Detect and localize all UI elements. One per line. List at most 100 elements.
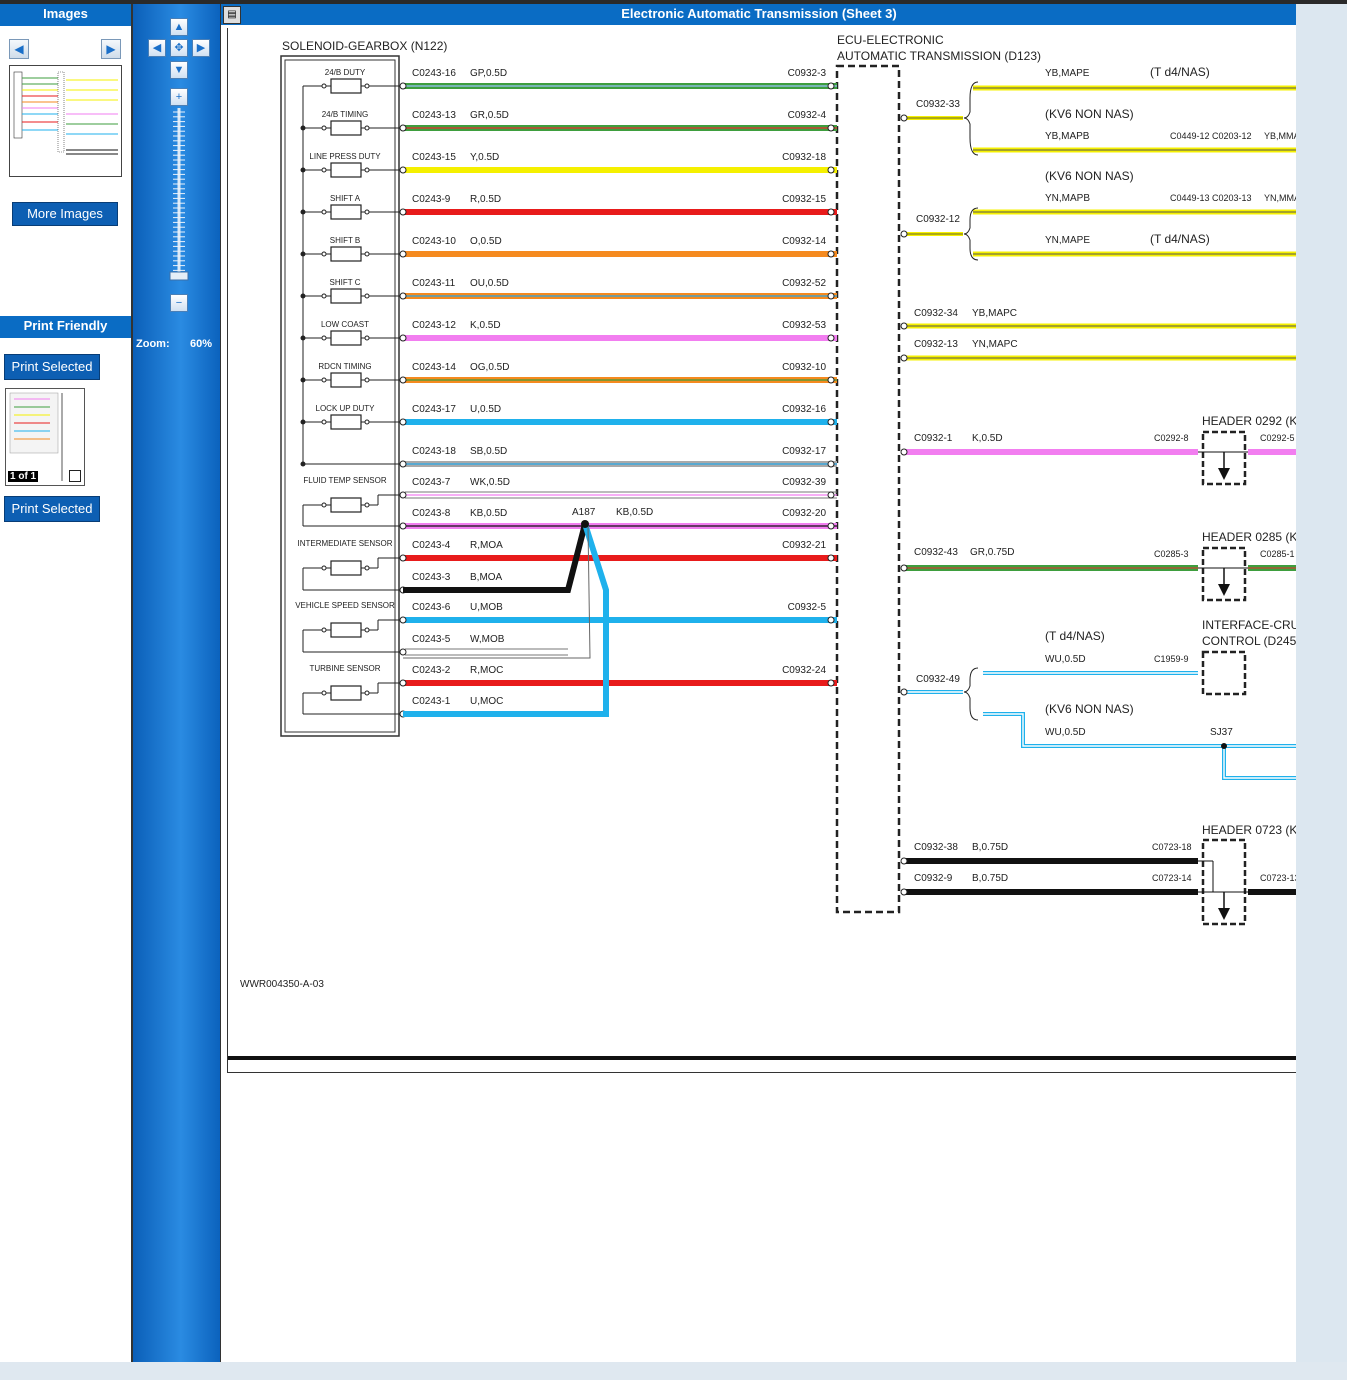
wire-from-label: C0243-17 <box>412 404 456 415</box>
svg-text:C0932-34: C0932-34 <box>914 308 958 319</box>
wire-from-label: C0243-1 <box>412 696 451 707</box>
arrow-left-icon[interactable]: ◀ <box>9 39 29 59</box>
wire-to-label: C0932-16 <box>782 404 826 415</box>
wire-to-label: C0932-18 <box>782 152 826 163</box>
svg-text:B,0.75D: B,0.75D <box>972 842 1008 853</box>
svg-text:SJ37: SJ37 <box>1210 727 1233 738</box>
wire-to-label: C0932-14 <box>782 236 826 247</box>
svg-text:C0285-3: C0285-3 <box>1154 549 1189 559</box>
wire-to-label: C0932-3 <box>788 68 827 79</box>
zoom-label: Zoom: <box>136 338 170 350</box>
zoom-out-icon[interactable]: − <box>170 294 188 312</box>
diagram-thumbnail[interactable] <box>9 65 122 177</box>
svg-text:LINE PRESS DUTY: LINE PRESS DUTY <box>309 152 381 161</box>
print-selected-button-bottom[interactable]: Print Selected <box>4 496 100 522</box>
wire-to-label: C0932-5 <box>788 602 827 613</box>
wire-to-label: C0932-15 <box>782 194 826 205</box>
svg-text:(KV6 NON NAS): (KV6 NON NAS) <box>1045 169 1134 183</box>
zoom-panel: ▲ ◀ ✥ ▶ ▼ + − Zoom: 60% <box>133 4 220 1362</box>
wire-spec-label: U,0.5D <box>470 404 501 415</box>
wire-from-label: C0243-9 <box>412 194 451 205</box>
svg-text:SHIFT B: SHIFT B <box>330 236 361 245</box>
sensor-2: INTERMEDIATE SENSOR <box>298 539 400 591</box>
solenoid-9: LOCK UP DUTY <box>300 404 400 467</box>
svg-text:WU,0.5D: WU,0.5D <box>1045 654 1086 665</box>
wire-spec-label: U,MOC <box>470 696 503 707</box>
svg-text:C0723-14: C0723-14 <box>1152 873 1192 883</box>
pan-up-icon[interactable]: ▲ <box>170 18 188 36</box>
svg-text:(T d4/NAS): (T d4/NAS) <box>1045 629 1105 643</box>
interface-box <box>1201 650 1247 696</box>
svg-text:HEADER 0292 (K: HEADER 0292 (K <box>1202 414 1297 428</box>
wire-spec-label: KB,0.5D <box>470 508 507 519</box>
print-friendly-header: Print Friendly <box>0 316 131 338</box>
zoom-in-icon[interactable]: + <box>170 88 188 106</box>
select-page-checkbox[interactable] <box>69 470 81 482</box>
svg-text:CONTROL (D245: CONTROL (D245 <box>1202 634 1297 648</box>
wire-1: C0243-16 GP,0.5D C0932-3 <box>399 68 837 90</box>
wire-spec-label: K,0.5D <box>470 320 501 331</box>
svg-text:SHIFT A: SHIFT A <box>330 194 361 203</box>
print-page-thumbnail[interactable]: 1 of 1 <box>5 388 85 486</box>
viewer-title: Electronic Automatic Transmission (Sheet… <box>221 4 1297 25</box>
svg-text:WU,0.5D: WU,0.5D <box>1045 727 1086 738</box>
wire-from-label: C0243-5 <box>412 634 451 645</box>
wire-3: C0243-15 Y,0.5D C0932-18 <box>399 152 837 174</box>
wire-6: C0243-11 OU,0.5D C0932-52 <box>399 278 837 300</box>
wire-5: C0243-10 O,0.5D C0932-14 <box>399 236 837 258</box>
wire-from-label: C0243-14 <box>412 362 456 373</box>
wire-spec-label: B,MOA <box>470 572 503 583</box>
svg-text:YN,MMA: YN,MMA <box>1264 193 1298 203</box>
svg-text:C0932-1: C0932-1 <box>914 433 953 444</box>
ecu-title-1: ECU-ELECTRONIC <box>837 33 944 47</box>
pan-center-icon[interactable]: ✥ <box>170 39 188 57</box>
wire-to-label: C0932-52 <box>782 278 826 289</box>
wire-from-label: C0243-2 <box>412 665 451 676</box>
more-images-button[interactable]: More Images <box>12 202 118 226</box>
svg-text:C0932-13: C0932-13 <box>914 339 958 350</box>
svg-text:RDCN TIMING: RDCN TIMING <box>318 362 371 371</box>
sensor-1: FLUID TEMP SENSOR <box>302 476 400 527</box>
svg-text:YB,MAPE: YB,MAPE <box>1045 68 1090 79</box>
svg-text:INTERFACE-CRU: INTERFACE-CRU <box>1202 618 1298 632</box>
svg-text:B,0.75D: B,0.75D <box>972 873 1008 884</box>
wire-11: C0243-7 WK,0.5D C0932-39 <box>399 477 837 499</box>
arrow-right-icon[interactable]: ▶ <box>101 39 121 59</box>
wire-from-label: C0243-18 <box>412 446 456 457</box>
images-header: Images <box>0 4 131 26</box>
wire-17: C0243-2 R,MOC C0932-24 <box>399 665 837 687</box>
wire-from-label: C0243-12 <box>412 320 456 331</box>
splice-wire-label: KB,0.5D <box>616 507 653 518</box>
pan-left-icon[interactable]: ◀ <box>148 39 166 57</box>
svg-text:VEHICLE SPEED SENSOR: VEHICLE SPEED SENSOR <box>295 601 395 610</box>
svg-text:(T d4/NAS): (T d4/NAS) <box>1150 232 1210 246</box>
page-indicator: 1 of 1 <box>8 471 39 482</box>
wire-from-label: C0243-16 <box>412 68 456 79</box>
wire-to-label: C0932-53 <box>782 320 826 331</box>
pan-right-icon[interactable]: ▶ <box>192 39 210 57</box>
wire-spec-label: R,MOC <box>470 665 503 676</box>
wiring-diagram: SOLENOID-GEARBOX (N122) 24/B DUTY 24/B TI… <box>227 28 1298 1073</box>
diagram-viewer: Electronic Automatic Transmission (Sheet… <box>220 4 1298 1362</box>
svg-text:YN,MAPE: YN,MAPE <box>1045 235 1090 246</box>
wire-from-label: C0243-15 <box>412 152 456 163</box>
svg-text:(KV6 NON NAS): (KV6 NON NAS) <box>1045 107 1134 121</box>
svg-text:C0932-43: C0932-43 <box>914 547 958 558</box>
svg-text:C0292-5: C0292-5 <box>1260 433 1295 443</box>
print-selected-button-top[interactable]: Print Selected <box>4 354 100 380</box>
svg-text:FLUID TEMP SENSOR: FLUID TEMP SENSOR <box>303 476 387 485</box>
svg-text:24/B DUTY: 24/B DUTY <box>325 68 366 77</box>
pan-down-icon[interactable]: ▼ <box>170 61 188 79</box>
svg-text:SHIFT C: SHIFT C <box>330 278 361 287</box>
svg-text:(T d4/NAS): (T d4/NAS) <box>1150 65 1210 79</box>
wire-13: C0243-4 R,MOA C0932-21 <box>399 540 837 562</box>
images-panel: Images ◀ ▶ More Images Print Friendly Pr <box>0 4 133 1362</box>
wiring-diagram-svg: SOLENOID-GEARBOX (N122) 24/B DUTY 24/B TI… <box>228 33 1298 1060</box>
svg-text:C0285-1: C0285-1 <box>1260 549 1295 559</box>
wire-to-label: C0932-24 <box>782 665 826 676</box>
zoom-slider[interactable] <box>168 108 190 288</box>
print-icon[interactable]: ▤ <box>223 6 241 24</box>
svg-text:C0932-9: C0932-9 <box>914 873 953 884</box>
wire-spec-label: U,MOB <box>470 602 503 613</box>
wire-to-label: C0932-17 <box>782 446 826 457</box>
